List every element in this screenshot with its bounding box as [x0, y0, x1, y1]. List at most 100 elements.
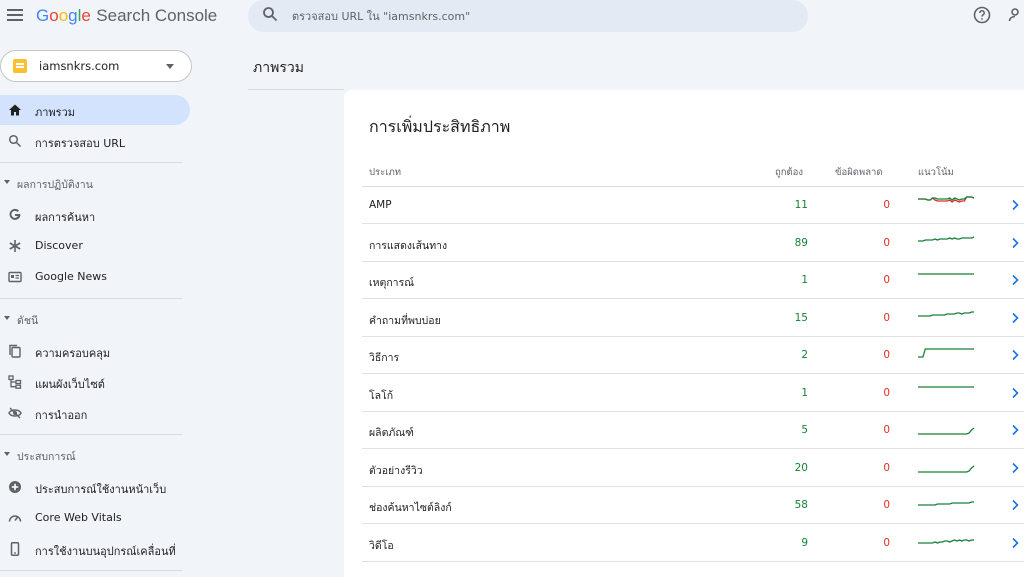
- sidebar-item-core-web-vitals[interactable]: Core Web Vitals: [0, 503, 190, 533]
- enhancements-card: การเพิ่มประสิทธิภาพ ประเภท ถูกต้อง ข้อผิ…: [344, 90, 1024, 577]
- chevron-right-icon[interactable]: [1010, 462, 1020, 474]
- copy-icon: [9, 344, 21, 358]
- row-valid-count: 2: [801, 349, 808, 361]
- row-error-count: 0: [883, 274, 890, 286]
- sidebar-item-label: ผลการค้นหา: [35, 211, 96, 224]
- sidebar-item-label: แผนผังเว็บไซต์: [35, 378, 105, 391]
- home-icon: [9, 104, 21, 116]
- menu-icon[interactable]: [6, 6, 24, 24]
- sitemap-icon: [8, 375, 22, 389]
- section-experience[interactable]: ประสบการณ์: [0, 446, 190, 466]
- table-row[interactable]: ช่องค้นหาไซต์ลิงก์ 58 0: [362, 487, 1024, 524]
- sidebar-item-google-news[interactable]: Google News: [0, 262, 190, 292]
- section-performance[interactable]: ผลการปฏิบัติงาน: [0, 174, 190, 194]
- google-g-icon: [9, 208, 21, 220]
- row-error-count: 0: [883, 311, 890, 324]
- url-inspect-search[interactable]: [248, 0, 808, 32]
- app-logo[interactable]: Google Search Console: [36, 6, 217, 26]
- chevron-right-icon[interactable]: [1010, 199, 1020, 211]
- trend-line-valid: [918, 465, 975, 473]
- property-selector[interactable]: iamsnkrs.com: [0, 50, 192, 82]
- row-valid-count: 5: [801, 424, 808, 436]
- column-header-error: ข้อผิดพลาด: [835, 167, 883, 178]
- column-header-type: ประเภท: [369, 167, 402, 178]
- asterisk-icon: [9, 240, 21, 252]
- chevron-right-icon[interactable]: [1010, 349, 1020, 361]
- logo-letter: e: [81, 6, 91, 25]
- trend-sparkline: [918, 273, 974, 275]
- row-type-label: ช่องค้นหาไซต์ลิงก์: [369, 502, 452, 514]
- row-type-label: AMP: [369, 199, 392, 211]
- trend-sparkline: [918, 501, 974, 506]
- sidebar-divider: [0, 298, 182, 299]
- row-valid-count: 20: [794, 461, 808, 474]
- row-valid-count: 11: [794, 199, 808, 211]
- column-header-trend: แนวโน้ม: [918, 167, 954, 178]
- sidebar-item-sitemaps[interactable]: แผนผังเว็บไซต์: [0, 367, 190, 397]
- sidebar-item-discover[interactable]: Discover: [0, 231, 190, 261]
- card-title: การเพิ่มประสิทธิภาพ: [369, 117, 511, 136]
- chevron-right-icon[interactable]: [1010, 424, 1020, 436]
- section-label: ประสบการณ์: [17, 451, 76, 463]
- sidebar-item-page-experience[interactable]: ประสบการณ์ใช้งานหน้าเว็บ: [0, 472, 190, 502]
- section-index[interactable]: ดัชนี: [0, 310, 190, 330]
- sidebar-item-coverage[interactable]: ความครอบคลุม: [0, 336, 190, 366]
- chevron-right-icon[interactable]: [1010, 237, 1020, 249]
- column-header-valid: ถูกต้อง: [775, 167, 804, 178]
- search-icon: [8, 134, 22, 148]
- sidebar-item-removals[interactable]: การนำออก: [0, 398, 190, 428]
- row-valid-count: 1: [801, 386, 808, 399]
- chevron-right-icon[interactable]: [1010, 387, 1020, 399]
- table-row[interactable]: การแสดงเส้นทาง 89 0: [362, 225, 1024, 262]
- row-type-label: ผลิตภัณฑ์: [369, 427, 414, 439]
- chevron-right-icon[interactable]: [1010, 312, 1020, 324]
- sidebar-item-label: ความครอบคลุม: [35, 347, 111, 360]
- sidebar-divider: [0, 162, 182, 163]
- trend-sparkline: [918, 235, 975, 242]
- table-row[interactable]: วิดีโอ 9 0: [362, 525, 1024, 562]
- table-row[interactable]: วิธีการ 2 0: [362, 337, 1024, 374]
- row-error-count: 0: [883, 461, 890, 474]
- section-label: ดัชนี: [17, 315, 39, 327]
- logo-letter: G: [36, 6, 50, 25]
- trend-line-valid: [918, 310, 974, 317]
- account-manage-icon[interactable]: [1008, 6, 1024, 24]
- sidebar-item-label: การตรวจสอบ URL: [35, 137, 126, 150]
- search-input[interactable]: [292, 6, 792, 26]
- table-row[interactable]: คำถามที่พบบ่อย 15 0: [362, 300, 1024, 337]
- row-error-count: 0: [883, 499, 890, 511]
- sidebar-item-label: การใช้งานบนอุปกรณ์เคลื่อนที่: [35, 545, 176, 558]
- sidebar-item-mobile-usability[interactable]: การใช้งานบนอุปกรณ์เคลื่อนที่: [0, 534, 190, 564]
- row-error-count: 0: [883, 349, 890, 361]
- sidebar-item-label: ภาพรวม: [35, 106, 76, 119]
- table-row[interactable]: ตัวอย่างรีวิว 20 0: [362, 450, 1024, 487]
- chevron-right-icon[interactable]: [1010, 537, 1020, 549]
- row-error-count: 0: [883, 424, 890, 436]
- table-row[interactable]: โลโก้ 1 0: [362, 375, 1024, 412]
- logo-letter: o: [49, 6, 59, 25]
- top-bar: Google Search Console: [0, 0, 1024, 34]
- row-error-count: 0: [883, 199, 890, 211]
- row-type-label: คำถามที่พบบ่อย: [369, 314, 441, 327]
- table-row[interactable]: ผลิตภัณฑ์ 5 0: [362, 412, 1024, 449]
- table-row[interactable]: AMP 11 0: [362, 187, 1024, 224]
- table-row[interactable]: เหตุการณ์ 1 0: [362, 262, 1024, 299]
- eye-off-icon: [8, 407, 22, 419]
- row-error-count: 0: [883, 386, 890, 399]
- sidebar-item-overview[interactable]: ภาพรวม: [0, 95, 190, 125]
- help-icon[interactable]: [973, 6, 991, 24]
- sidebar-item-url-inspection[interactable]: การตรวจสอบ URL: [0, 126, 190, 156]
- row-type-label: ตัวอย่างรีวิว: [369, 464, 423, 477]
- trend-line-valid: [918, 538, 974, 544]
- chevron-right-icon[interactable]: [1010, 499, 1020, 511]
- row-type-label: โลโก้: [369, 389, 394, 402]
- sidebar-divider: [0, 434, 182, 435]
- trend-sparkline: [918, 348, 974, 358]
- sidebar-item-label: Core Web Vitals: [35, 511, 122, 524]
- sidebar-divider: [0, 570, 182, 571]
- sidebar-item-label: ประสบการณ์ใช้งานหน้าเว็บ: [35, 483, 167, 496]
- row-valid-count: 15: [794, 311, 808, 324]
- sidebar-item-search-results[interactable]: ผลการค้นหา: [0, 200, 190, 230]
- chevron-right-icon[interactable]: [1010, 274, 1020, 286]
- trend-line-valid: [918, 348, 974, 358]
